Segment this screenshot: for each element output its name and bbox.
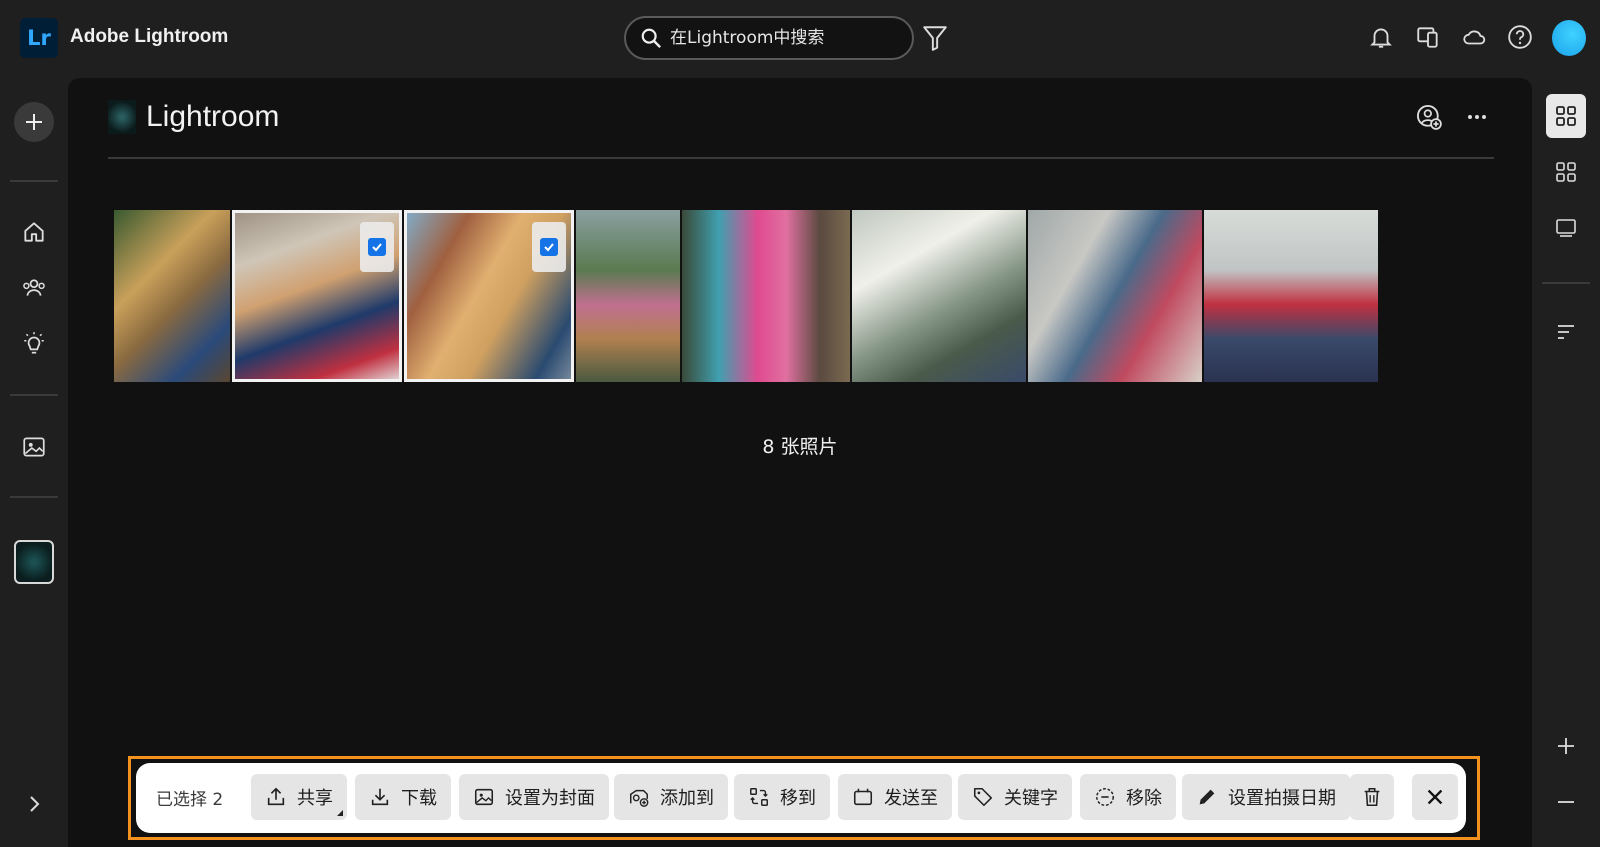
- photo-thumbnail[interactable]: [114, 210, 230, 382]
- remove-label: 移除: [1126, 788, 1162, 809]
- user-avatar[interactable]: [1552, 20, 1586, 56]
- image-cover-icon: [474, 788, 494, 806]
- zoom-out-minus-icon[interactable]: [1550, 786, 1582, 818]
- download-button[interactable]: 下载: [355, 774, 451, 820]
- photo-thumbnail[interactable]: [404, 210, 574, 382]
- rail-divider: [10, 496, 58, 498]
- photos-library-icon[interactable]: [20, 433, 48, 461]
- set-capture-date-button[interactable]: 设置拍摄日期: [1182, 774, 1350, 820]
- selection-checkbox[interactable]: [360, 222, 394, 272]
- chevron-right-icon[interactable]: [22, 792, 46, 816]
- rail-divider: [1542, 282, 1590, 284]
- home-icon[interactable]: [20, 218, 48, 246]
- tag-icon: [973, 787, 993, 807]
- selected-count-label: 已选择 2: [156, 790, 224, 810]
- selection-checkbox[interactable]: [532, 222, 566, 272]
- share-label: 共享: [297, 788, 333, 809]
- share-upload-icon: [267, 787, 285, 806]
- send-to-icon: [853, 788, 873, 806]
- selection-action-bar: 已选择 2 共享 下载 设置为封面 添加到 移到 发送至 关键字 移除 设置拍摄…: [136, 763, 1466, 833]
- set-cover-label: 设置为封面: [505, 788, 595, 809]
- download-icon: [371, 788, 389, 806]
- album-cover-thumbnail: [108, 100, 136, 134]
- search-input[interactable]: [670, 28, 890, 48]
- single-view-icon[interactable]: [1550, 212, 1582, 244]
- close-selection-button[interactable]: [1412, 774, 1458, 820]
- main-panel: Lightroom 8 张照片: [68, 78, 1532, 847]
- photo-thumbnail[interactable]: [852, 210, 1026, 382]
- photo-thumbnail[interactable]: [232, 210, 402, 382]
- photo-thumbnail[interactable]: [682, 210, 850, 382]
- delete-button[interactable]: [1350, 774, 1394, 820]
- filter-icon[interactable]: [922, 24, 948, 52]
- move-to-label: 移到: [780, 788, 816, 809]
- zoom-in-plus-icon[interactable]: [1550, 730, 1582, 762]
- add-person-icon[interactable]: [1414, 102, 1444, 132]
- remove-button[interactable]: 移除: [1080, 774, 1176, 820]
- album-thumbnail[interactable]: [14, 540, 54, 584]
- left-rail: [0, 78, 68, 847]
- trash-icon: [1364, 787, 1380, 807]
- download-label: 下载: [401, 788, 437, 809]
- lightroom-logo[interactable]: Lr: [20, 18, 58, 58]
- set-capture-date-label: 设置拍摄日期: [1228, 788, 1336, 809]
- plus-icon: [26, 114, 42, 130]
- photo-count-label: 8 张照片: [762, 436, 838, 458]
- photo-thumbnail[interactable]: [1204, 210, 1378, 382]
- dropdown-corner-icon: [337, 810, 343, 816]
- keywords-button[interactable]: 关键字: [958, 774, 1072, 820]
- header-divider: [108, 157, 1494, 159]
- learn-lightbulb-icon[interactable]: [20, 330, 48, 358]
- pencil-icon: [1199, 789, 1215, 805]
- cloud-sync-icon[interactable]: [1459, 22, 1489, 52]
- set-cover-button[interactable]: 设置为封面: [459, 774, 609, 820]
- move-to-button[interactable]: 移到: [734, 774, 830, 820]
- devices-icon[interactable]: [1413, 22, 1443, 52]
- help-icon[interactable]: [1505, 22, 1535, 52]
- rail-divider: [10, 180, 58, 182]
- remove-circle-icon: [1096, 788, 1114, 806]
- app-title: Adobe Lightroom: [70, 26, 229, 47]
- share-button[interactable]: 共享: [251, 774, 347, 820]
- right-rail: [1532, 78, 1600, 847]
- page-title: Lightroom: [146, 100, 280, 133]
- people-icon[interactable]: [20, 274, 48, 302]
- send-to-label: 发送至: [884, 788, 938, 809]
- add-to-album-icon: [630, 789, 649, 807]
- sort-icon[interactable]: [1550, 316, 1582, 348]
- close-icon: [1427, 789, 1443, 805]
- notifications-bell-icon[interactable]: [1366, 22, 1396, 52]
- top-bar: Lr Adobe Lightroom: [0, 0, 1600, 78]
- search-box[interactable]: [624, 16, 914, 60]
- photo-thumbnail[interactable]: [576, 210, 680, 382]
- add-to-button[interactable]: 添加到: [614, 774, 728, 820]
- send-to-button[interactable]: 发送至: [838, 774, 952, 820]
- square-grid-icon[interactable]: [1550, 156, 1582, 188]
- move-icon: [750, 788, 768, 806]
- grid-view-icon[interactable]: [1546, 94, 1586, 138]
- keywords-label: 关键字: [1004, 788, 1058, 809]
- search-icon: [641, 28, 662, 49]
- rail-divider: [10, 394, 58, 396]
- add-to-label: 添加到: [660, 788, 714, 809]
- photo-thumbnail[interactable]: [1028, 210, 1202, 382]
- add-photos-button[interactable]: [14, 102, 54, 142]
- more-options-icon[interactable]: [1462, 102, 1492, 132]
